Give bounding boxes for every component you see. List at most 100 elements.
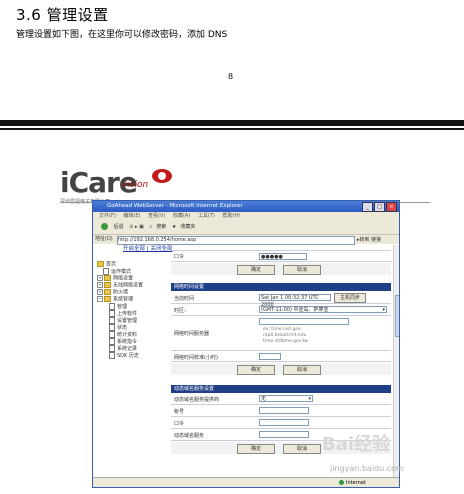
sidebar-item-firewall[interactable]: + 防火墙 [93, 289, 169, 296]
page-icon [109, 324, 115, 331]
password-label: 口令 [174, 254, 185, 260]
menu-view[interactable]: 查看(V) [148, 213, 165, 219]
vertical-scrollbar[interactable] [393, 245, 399, 477]
sidebar-item-stats[interactable]: 统计资料 [93, 331, 169, 338]
section-heading: 3.6 管理设置 [16, 6, 109, 24]
timezone-label: 时区： [174, 308, 190, 314]
ddns-account-input[interactable] [259, 407, 309, 414]
folder-icon [104, 282, 111, 288]
folder-open-icon [104, 296, 111, 302]
ntp-example-2: ntp0.broad.mit.edu [263, 333, 307, 338]
ddns-password-row: 口令 [171, 417, 391, 429]
ddns-provider-row: 动态域名服务提供商 无 ▾ [171, 393, 391, 405]
account-apply-button[interactable]: 确定 [237, 265, 275, 275]
ntp-server-row: 网络时间服务器 ex: time.nist.gov ntp0.broad.mit… [171, 316, 391, 351]
page-icon [109, 310, 115, 317]
sync-interval-input[interactable] [259, 353, 281, 360]
menu-file[interactable]: 文件(F) [99, 213, 116, 219]
ddns-provider-label: 动态域名服务提供商 [174, 397, 220, 403]
sidebar-item-status[interactable]: 状态 [93, 324, 169, 331]
sidebar-item-sdk[interactable]: SDK 历史 [93, 352, 169, 359]
expand-icon[interactable]: + [97, 289, 103, 295]
page-icon [109, 331, 115, 338]
ddns-provider-select[interactable]: 无 ▾ [259, 395, 313, 402]
ddns-account-row: 帐号 [171, 405, 391, 417]
page-icon [109, 352, 115, 359]
ntp-apply-button[interactable]: 确定 [237, 365, 275, 375]
title-bar: GoAhead WebServer - Microsoft Internet E… [93, 201, 399, 212]
ntp-cancel-button[interactable]: 取消 [283, 365, 321, 375]
sidebar-item-management[interactable]: 管理 [93, 303, 169, 310]
folder-icon [104, 275, 111, 281]
sidebar-tree: 首页 运作模式 + 网络设置 + 无线网络设置 + 防火墙 − 系统管理 管理 上传软件… [93, 251, 169, 477]
brand-logo: iCare vision 深圳爱视电子有限公司 [60, 166, 172, 205]
sidebar-item-system[interactable]: − 系统管理 [93, 296, 169, 303]
sidebar-item-opmode[interactable]: 运作模式 [93, 268, 169, 275]
toolbar: 后退 ⊙ ▸ ▣ ⌕ 搜索 ★ 收藏夹 [93, 221, 399, 235]
ntp-example-1: ex: time.nist.gov [263, 327, 301, 332]
ddns-apply-button[interactable]: 确定 [237, 444, 275, 454]
sidebar-item-log[interactable]: 系统记录 [93, 345, 169, 352]
expand-icon[interactable]: + [97, 282, 103, 288]
page-number: 8 [228, 72, 234, 81]
sidebar-item-upload[interactable]: 上传软件 [93, 310, 169, 317]
ntp-server-input[interactable] [259, 318, 349, 325]
links-label[interactable]: 链接 [371, 237, 381, 243]
password-row: 口令 ●●●●● [171, 251, 391, 262]
scrollbar-thumb[interactable] [395, 295, 399, 337]
page-icon [109, 345, 115, 352]
status-bar: Internet [93, 477, 399, 487]
search-button[interactable]: 搜索 [156, 224, 166, 230]
password-input[interactable]: ●●●●● [259, 253, 307, 260]
expand-icon[interactable]: + [97, 275, 103, 281]
intro-text: 管理设置如下图，在这里你可以修改密码，添加 DNS [16, 30, 228, 40]
ntp-button-row: 确定 取消 [171, 363, 391, 375]
current-time-field[interactable]: Sat Jan 1 00:32:37 UTC 2000 [259, 294, 331, 308]
sidebar-item-home[interactable]: 首页 [93, 261, 169, 268]
collapse-icon[interactable]: − [97, 296, 103, 302]
page-icon [109, 317, 115, 324]
search-icon[interactable]: ⌕ [149, 224, 152, 230]
sync-host-button[interactable]: 主机同步 [334, 293, 366, 303]
ddns-domain-input[interactable] [259, 431, 309, 438]
ntp-server-label: 网络时间服务器 [174, 331, 210, 337]
window-title: GoAhead WebServer - Microsoft Internet E… [107, 203, 243, 209]
ddns-password-input[interactable] [259, 419, 309, 426]
maximize-button[interactable]: □ [374, 202, 385, 212]
logo-sub-brand: vision [122, 180, 149, 190]
menu-favorites[interactable]: 收藏(A) [173, 213, 190, 219]
sidebar-item-wireless[interactable]: + 无线网络设置 [93, 282, 169, 289]
back-button[interactable]: 后退 [114, 224, 124, 230]
timezone-select[interactable]: (GMT-11:00) 中途岛、萨摩亚 ▾ [259, 306, 387, 313]
favorites-button[interactable]: 收藏夹 [180, 224, 195, 230]
globe-icon [339, 480, 344, 485]
ddns-domain-label: 动态域名服务 [174, 433, 205, 439]
sidebar-item-commands[interactable]: 系统指令 [93, 338, 169, 345]
account-button-row: 确定 取消 [171, 263, 391, 275]
ntp-section-header: 网络时间设置 [171, 283, 391, 291]
folder-icon [104, 289, 111, 295]
address-bar: 地址(D) http://192.168.0.254/home.asp ▸转到 … [93, 235, 399, 245]
close-button[interactable]: × [386, 202, 397, 212]
page-divider-thin [0, 128, 464, 130]
ntp-example-3: time.stdtime.gov.tw [263, 339, 308, 344]
chevron-down-icon: ▾ [382, 307, 385, 313]
account-cancel-button[interactable]: 取消 [283, 265, 321, 275]
ddns-cancel-button[interactable]: 取消 [283, 444, 321, 454]
page-icon [109, 303, 115, 310]
status-zone: Internet [339, 478, 366, 487]
favorites-icon[interactable]: ★ [172, 224, 176, 230]
current-time-row: 当前时间 Sat Jan 1 00:32:37 UTC 2000 主机同步 [171, 291, 391, 308]
back-icon[interactable] [101, 223, 108, 230]
watermark-url: jingyan.baidu.com [330, 464, 404, 473]
sidebar-item-settings[interactable]: 设置管理 [93, 317, 169, 324]
eye-icon [152, 169, 172, 183]
timezone-row: 时区： (GMT-11:00) 中途岛、萨摩亚 ▾ [171, 304, 391, 316]
go-button[interactable]: ▸转到 链接 [357, 236, 381, 245]
menu-tools[interactable]: 工具(T) [198, 213, 215, 219]
menu-edit[interactable]: 编辑(E) [123, 213, 140, 219]
sidebar-item-network[interactable]: + 网络设置 [93, 275, 169, 282]
folder-icon [97, 261, 104, 267]
menu-help[interactable]: 帮助(H) [222, 213, 240, 219]
minimize-button[interactable]: _ [362, 202, 373, 212]
